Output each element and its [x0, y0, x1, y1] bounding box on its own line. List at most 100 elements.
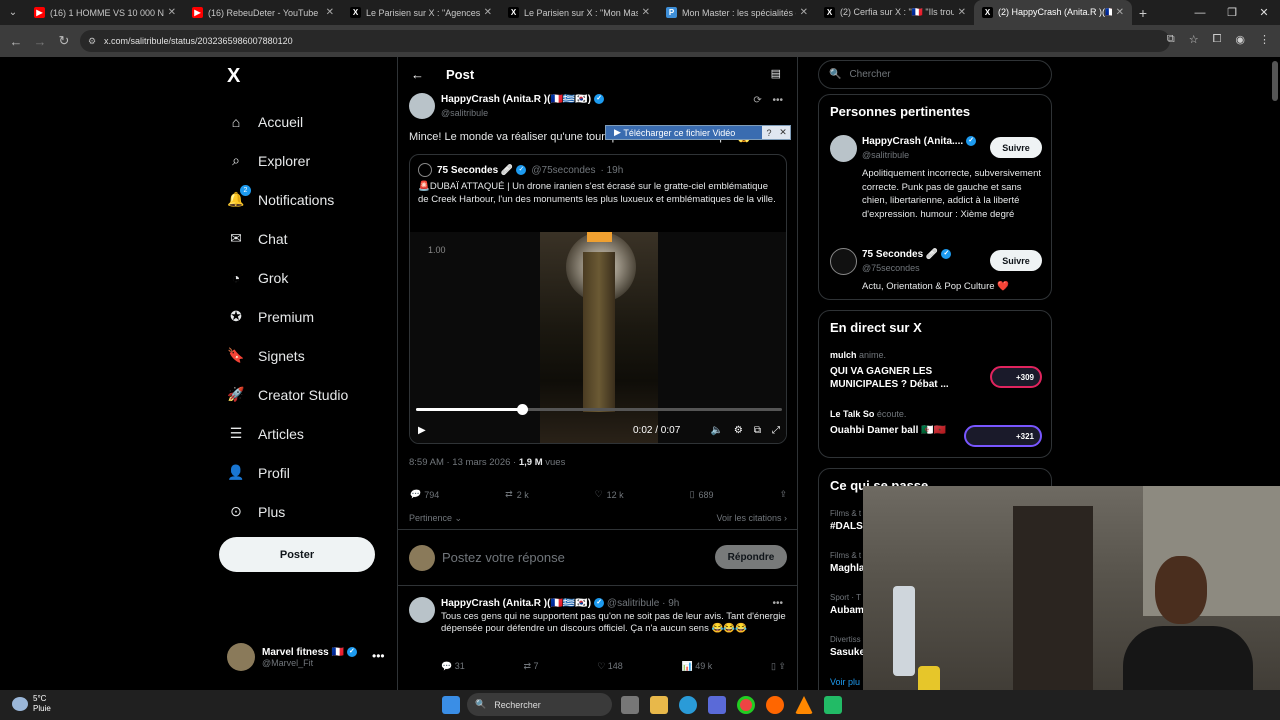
tab-close-icon[interactable]: ✕	[800, 7, 808, 18]
tweet-author-name[interactable]: HappyCrash (Anita.R )(🇫🇷🇬🇷🇰🇷) ✓	[441, 94, 605, 105]
trend-item[interactable]: Divertiss Sasuke	[830, 635, 865, 658]
reader-icon[interactable]: ▤	[771, 67, 781, 80]
bookmark-stat[interactable]: ▯ 689	[690, 489, 714, 500]
reload-button[interactable]: ↻	[52, 33, 76, 49]
profile-icon[interactable]: ◉	[1235, 33, 1245, 46]
trend-item[interactable]: Films & t Maghla	[830, 551, 864, 574]
avatar[interactable]	[409, 597, 435, 623]
quoted-tweet[interactable]: 75 Secondes 🩹 ✓ @75secondes · 19h 🚨DUBAÏ…	[409, 154, 787, 444]
reply-input[interactable]: Postez votre réponse	[442, 550, 565, 565]
page-scrollbar[interactable]	[1272, 61, 1278, 101]
tab-list-button[interactable]: ⌄	[0, 7, 26, 18]
share-icon[interactable]: ⇪	[779, 489, 787, 500]
menu-kebab-icon[interactable]: ⋮	[1259, 33, 1270, 46]
volume-icon[interactable]: 🔈	[710, 425, 722, 436]
more-dots-icon[interactable]: •••	[372, 649, 385, 663]
reply-stat[interactable]: 💬 31	[441, 661, 465, 672]
follow-button[interactable]: Suivre	[990, 137, 1042, 158]
pip-icon[interactable]: ⧉	[754, 425, 761, 436]
browser-tab[interactable]: X Le Parisien sur X : "Agences de ✕	[342, 0, 500, 25]
browser-tab[interactable]: X (2) HappyCrash (Anita.R )(🇫🇷 ✕	[974, 0, 1132, 25]
view-quotes-link[interactable]: Voir les citations ›	[716, 513, 787, 523]
like-stat[interactable]: ♡ 12 k	[595, 489, 624, 500]
browser-tab[interactable]: P Mon Master : les spécialités de ✕	[658, 0, 816, 25]
sidebar-item-accueil[interactable]: ⌂ Accueil	[227, 102, 348, 141]
avatar[interactable]	[409, 93, 435, 119]
show-more-link[interactable]: Voir plu	[830, 677, 860, 687]
edge-icon[interactable]	[679, 696, 697, 714]
start-icon[interactable]	[442, 696, 460, 714]
weather-widget[interactable]: 5°C Pluie	[12, 694, 51, 714]
search-input[interactable]: 🔍 Chercher	[818, 60, 1052, 89]
reply-button[interactable]: Répondre	[715, 545, 787, 569]
video-progress-bar[interactable]	[416, 404, 782, 415]
browser-tab[interactable]: X Le Parisien sur X : "Mon Master ✕	[500, 0, 658, 25]
tab-close-icon[interactable]: ✕	[642, 7, 650, 18]
like-stat[interactable]: ♡ 148	[597, 661, 623, 672]
sidebar-item-grok[interactable]: ◔ Grok	[227, 258, 348, 297]
trend-item[interactable]: Films & t #DALS	[830, 509, 863, 532]
repost-stat[interactable]: ⇄ 2 k	[505, 489, 529, 500]
firefox-icon[interactable]	[766, 696, 784, 714]
play-icon[interactable]: ▶	[418, 425, 426, 436]
sidebar-item-signets[interactable]: 🔖 Signets	[227, 336, 348, 375]
sidebar-item-explorer[interactable]: ⌕ Explorer	[227, 141, 348, 180]
video-scrub-handle[interactable]	[517, 404, 529, 415]
more-dots-icon[interactable]: •••	[772, 95, 783, 106]
sort-dropdown[interactable]: Pertinence ⌄	[409, 513, 462, 523]
post-button[interactable]: Poster	[219, 537, 375, 572]
browser-tab[interactable]: ▶ (16) 1 HOMME VS 10 000 NUIS ✕	[26, 0, 184, 25]
site-info-icon[interactable]: ⚙	[88, 36, 96, 47]
follow-button[interactable]: Suivre	[990, 250, 1042, 271]
bookmark-icon[interactable]: ▯ ⇪	[771, 661, 786, 672]
sidebar-item-articles[interactable]: ☰ Articles	[227, 414, 348, 453]
minimize-button[interactable]: —	[1184, 7, 1216, 19]
sidebar-item-chat[interactable]: ✉ Chat	[227, 219, 348, 258]
back-arrow-icon[interactable]: ←	[411, 67, 424, 82]
download-video-label[interactable]: ▶ Télécharger ce fichier Vidéo	[606, 126, 762, 139]
download-video-bar[interactable]: ▶ Télécharger ce fichier Vidéo ? ✕	[605, 125, 791, 140]
help-icon[interactable]: ?	[762, 128, 776, 138]
tab-close-icon[interactable]: ✕	[1116, 7, 1124, 18]
fullscreen-icon[interactable]: ⤢	[772, 425, 780, 436]
vlc-icon[interactable]	[795, 696, 813, 714]
back-nav-button[interactable]: ←	[4, 34, 28, 49]
sidebar-item-profil[interactable]: 👤 Profil	[227, 453, 348, 492]
close-window-button[interactable]: ✕	[1248, 6, 1280, 19]
reply-stat[interactable]: 💬 794	[409, 489, 439, 500]
sidebar-item-plus[interactable]: ⊙ Plus	[227, 492, 348, 531]
tab-close-icon[interactable]: ✕	[484, 7, 492, 18]
new-tab-button[interactable]: +	[1132, 5, 1154, 21]
trend-item[interactable]: Sport · T Aubam	[830, 593, 864, 616]
x-logo[interactable]: X	[227, 65, 240, 88]
url-field[interactable]: ⚙ x.com/salitribule/status/2032365986007…	[80, 30, 1170, 52]
store-icon[interactable]	[708, 696, 726, 714]
extensions-icon[interactable]: ⧠	[1213, 33, 1222, 46]
browser-tab[interactable]: X (2) Cerfia sur X : "🇫🇷 "Ils trouver ✕	[816, 0, 974, 25]
grok-icon[interactable]: ⟳	[753, 95, 761, 106]
views-stat[interactable]: 📊 49 k	[682, 661, 713, 672]
live-item[interactable]: Le Talk So écoute. Ouahbi Damer ball 🇩🇿🇲…	[830, 409, 1042, 447]
task-view-icon[interactable]	[621, 696, 639, 714]
tweet-timestamp[interactable]: 8:59 AM · 13 mars 2026 ·	[409, 457, 519, 468]
star-icon[interactable]: ☆	[1189, 33, 1199, 46]
taskbar-search[interactable]: 🔍 Rechercher	[467, 693, 612, 716]
sidebar-item-notifications[interactable]: 🔔 2 Notifications	[227, 180, 348, 219]
sidebar-item-premium[interactable]: ✪ Premium	[227, 297, 348, 336]
install-app-icon[interactable]: ⧉	[1167, 33, 1175, 46]
repost-stat[interactable]: ⇄ 7	[523, 661, 538, 672]
tab-close-icon[interactable]: ✕	[326, 7, 334, 18]
forward-nav-button[interactable]: →	[28, 34, 52, 49]
app-icon[interactable]	[824, 696, 842, 714]
browser-tab[interactable]: ▶ (16) RebeuDeter - YouTube ✕	[184, 0, 342, 25]
more-dots-icon[interactable]: •••	[772, 598, 783, 609]
close-icon[interactable]: ✕	[776, 127, 790, 138]
file-explorer-icon[interactable]	[650, 696, 668, 714]
live-item[interactable]: mulch anime. QUI VA GAGNER LES MUNICIPAL…	[830, 350, 1042, 391]
tweet-author-handle[interactable]: @salitribule	[441, 108, 488, 118]
chrome-icon[interactable]	[737, 696, 755, 714]
maximize-button[interactable]: ❐	[1216, 6, 1248, 19]
video-player[interactable]: 1.00 ▶ 0:02 / 0:07 🔈 ⚙ ⧉ ⤢	[410, 232, 786, 443]
settings-gear-icon[interactable]: ⚙	[734, 425, 743, 436]
account-switcher[interactable]: Marvel fitness 🇫🇷 ✓ @Marvel_Fit •••	[227, 643, 387, 671]
